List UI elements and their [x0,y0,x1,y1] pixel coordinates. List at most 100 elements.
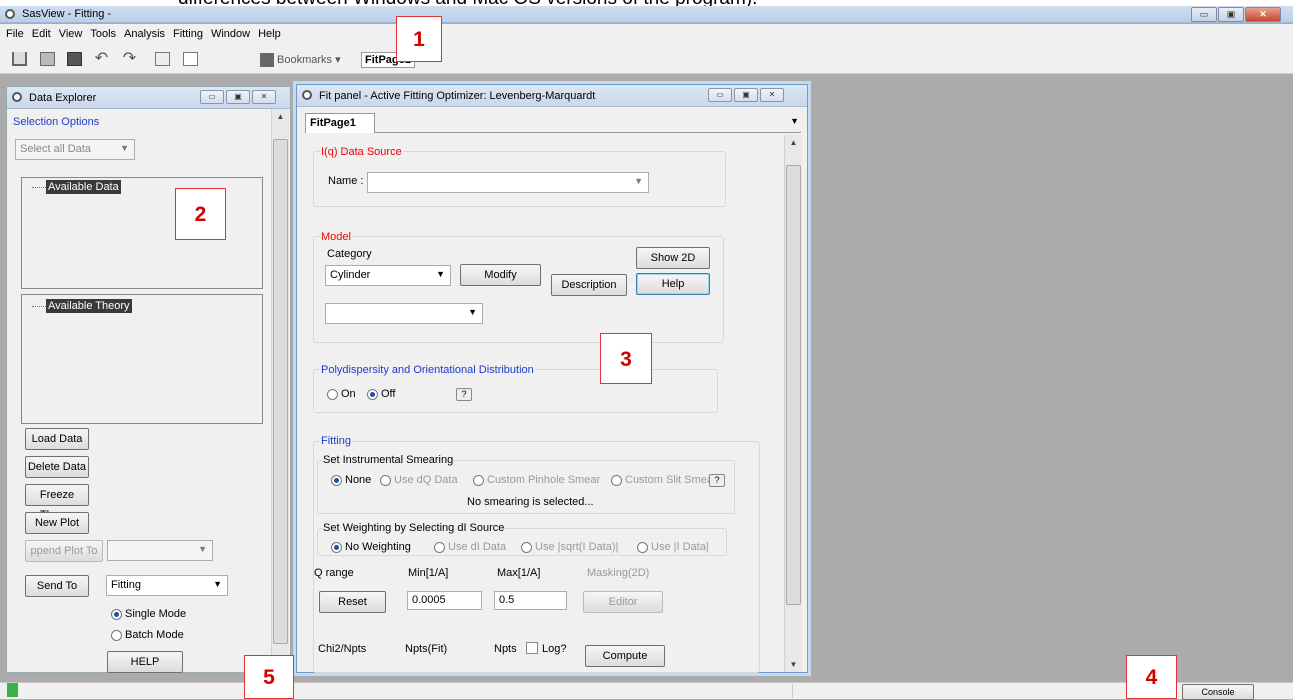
weight-sqrt-radio[interactable]: Use |sqrt(I Data)| [521,541,618,553]
fit-panel-scrollbar[interactable]: ▲ ▼ [784,135,802,672]
menu-file[interactable]: File [6,28,24,40]
log-checkbox[interactable] [526,642,538,654]
model-combo[interactable]: ▼ [325,303,483,324]
radio-dot [331,474,342,486]
tab-fitpage1[interactable]: FitPage1 [305,113,375,133]
menu-analysis[interactable]: Analysis [124,28,165,40]
reset-button[interactable]: Reset [319,591,386,613]
weight-sqrt-label: Use |sqrt(I Data)| [535,541,619,553]
poly-help-icon[interactable]: ? [456,388,472,401]
q-min-label: Min[1/A] [408,567,449,579]
smear-pinhole-radio[interactable]: Custom Pinhole Smear [473,474,600,486]
smearing-help-icon[interactable]: ? [709,474,725,487]
append-plot-combo[interactable]: ▼ [107,540,213,561]
available-data-node[interactable]: Available Data [46,180,121,194]
send-to-button[interactable]: Send To [25,575,89,597]
data-explorer-title: Data Explorer [29,92,97,104]
minimize-button[interactable]: ▭ [1191,7,1217,22]
q-max-input[interactable]: 0.5 [494,591,567,610]
select-data-combo[interactable]: Select all Data ▼ [15,139,135,160]
modify-button[interactable]: Modify [460,264,541,286]
append-plot-button[interactable]: ppend Plot To [25,540,103,562]
q-max-label: Max[1/A] [497,567,541,579]
radio-dot [327,388,338,400]
category-label: Category [327,248,372,260]
explorer-scrollbar[interactable]: ▲ [271,109,289,674]
smear-dq-radio[interactable]: Use dQ Data [380,474,458,486]
select-data-combo-value: Select all Data [20,143,91,155]
no-smearing-text: No smearing is selected... [467,496,594,508]
open-folder-icon[interactable] [40,52,55,66]
menu-edit[interactable]: Edit [32,28,51,40]
fit-scroll-thumb[interactable] [786,165,801,605]
save-icon[interactable] [67,52,82,66]
explorer-minimize-button[interactable]: ▭ [200,90,224,104]
batch-mode-radio[interactable]: Batch Mode [111,629,184,641]
delete-data-button[interactable]: Delete Data [25,456,89,478]
mask-editor-button[interactable]: Editor [583,591,663,613]
fit-panel-title: Fit panel - Active Fitting Optimizer: Le… [319,90,596,102]
fit-restore-button[interactable]: ▣ [734,88,758,102]
weight-di-radio[interactable]: Use dI Data [434,541,506,553]
copy-icon[interactable] [155,52,170,66]
fitpage-tab-strip: FitPage1 ▼ [305,113,801,133]
undo-icon[interactable]: ↶ [94,51,109,67]
radio-dot [637,541,648,553]
new-plot-button[interactable]: New Plot [25,512,89,534]
model-help-button[interactable]: Help [636,273,710,295]
poly-on-radio[interactable]: On [327,388,356,400]
tab-dropdown-icon[interactable]: ▼ [790,116,799,126]
npts-label: Npts [494,643,517,655]
smear-slit-label: Custom Slit Smear [625,474,717,486]
data-name-combo[interactable]: ▼ [367,172,649,193]
fit-close-button[interactable]: ✕ [760,88,784,102]
smear-none-radio[interactable]: None [331,474,371,486]
available-data-tree[interactable]: Available Data [21,177,263,289]
single-mode-radio[interactable]: Single Mode [111,608,186,620]
smear-slit-radio[interactable]: Custom Slit Smear [611,474,717,486]
name-label: Name : [328,175,364,187]
explorer-close-button[interactable]: ✕ [252,90,276,104]
weight-none-radio[interactable]: No Weighting [331,541,411,553]
radio-dot [611,474,622,486]
explorer-scroll-thumb[interactable] [273,139,288,644]
main-titlebar: SasView - Fitting - ▭ ▣ ✕ [0,6,1293,23]
redo-icon[interactable]: ↷ [122,51,137,67]
q-min-input[interactable]: 0.0005 [407,591,482,610]
home-icon[interactable] [12,52,27,66]
category-combo-value: Cylinder [330,269,371,281]
maximize-button[interactable]: ▣ [1218,7,1244,22]
panel-icon [302,90,312,100]
radio-dot [434,541,445,553]
available-theory-node[interactable]: Available Theory [46,299,132,313]
menu-window[interactable]: Window [211,28,250,40]
category-combo[interactable]: Cylinder ▼ [325,265,451,286]
q-range-label: Q range [314,567,354,579]
available-theory-tree[interactable]: Available Theory [21,294,263,424]
explorer-restore-button[interactable]: ▣ [226,90,250,104]
fit-minimize-button[interactable]: ▭ [708,88,732,102]
radio-dot [367,388,378,400]
menu-help[interactable]: Help [258,28,281,40]
paste-icon[interactable] [183,52,198,66]
smear-dq-label: Use dQ Data [394,474,458,486]
description-button[interactable]: Description [551,274,627,296]
poly-off-radio[interactable]: Off [367,388,395,400]
freeze-theory-button[interactable]: Freeze Theory [25,484,89,521]
compute-button[interactable]: Compute [585,645,665,667]
menu-tools[interactable]: Tools [90,28,116,40]
send-to-combo[interactable]: Fitting ▼ [106,575,228,596]
bookmarks-button[interactable]: Bookmarks ▾ [260,53,341,68]
status-bar [0,682,1293,699]
weight-idata-radio[interactable]: Use |I Data| [637,541,709,553]
status-divider [792,684,793,698]
menu-view[interactable]: View [59,28,83,40]
menu-fitting[interactable]: Fitting [173,28,203,40]
show2d-button[interactable]: Show 2D [636,247,710,269]
explorer-help-button[interactable]: HELP [107,651,183,673]
data-explorer-titlebar: Data Explorer ▭ ▣ ✕ [7,87,290,109]
load-data-button[interactable]: Load Data [25,428,89,450]
masking-label: Masking(2D) [587,567,650,579]
console-button[interactable]: Console [1182,684,1254,700]
close-button[interactable]: ✕ [1245,7,1281,22]
